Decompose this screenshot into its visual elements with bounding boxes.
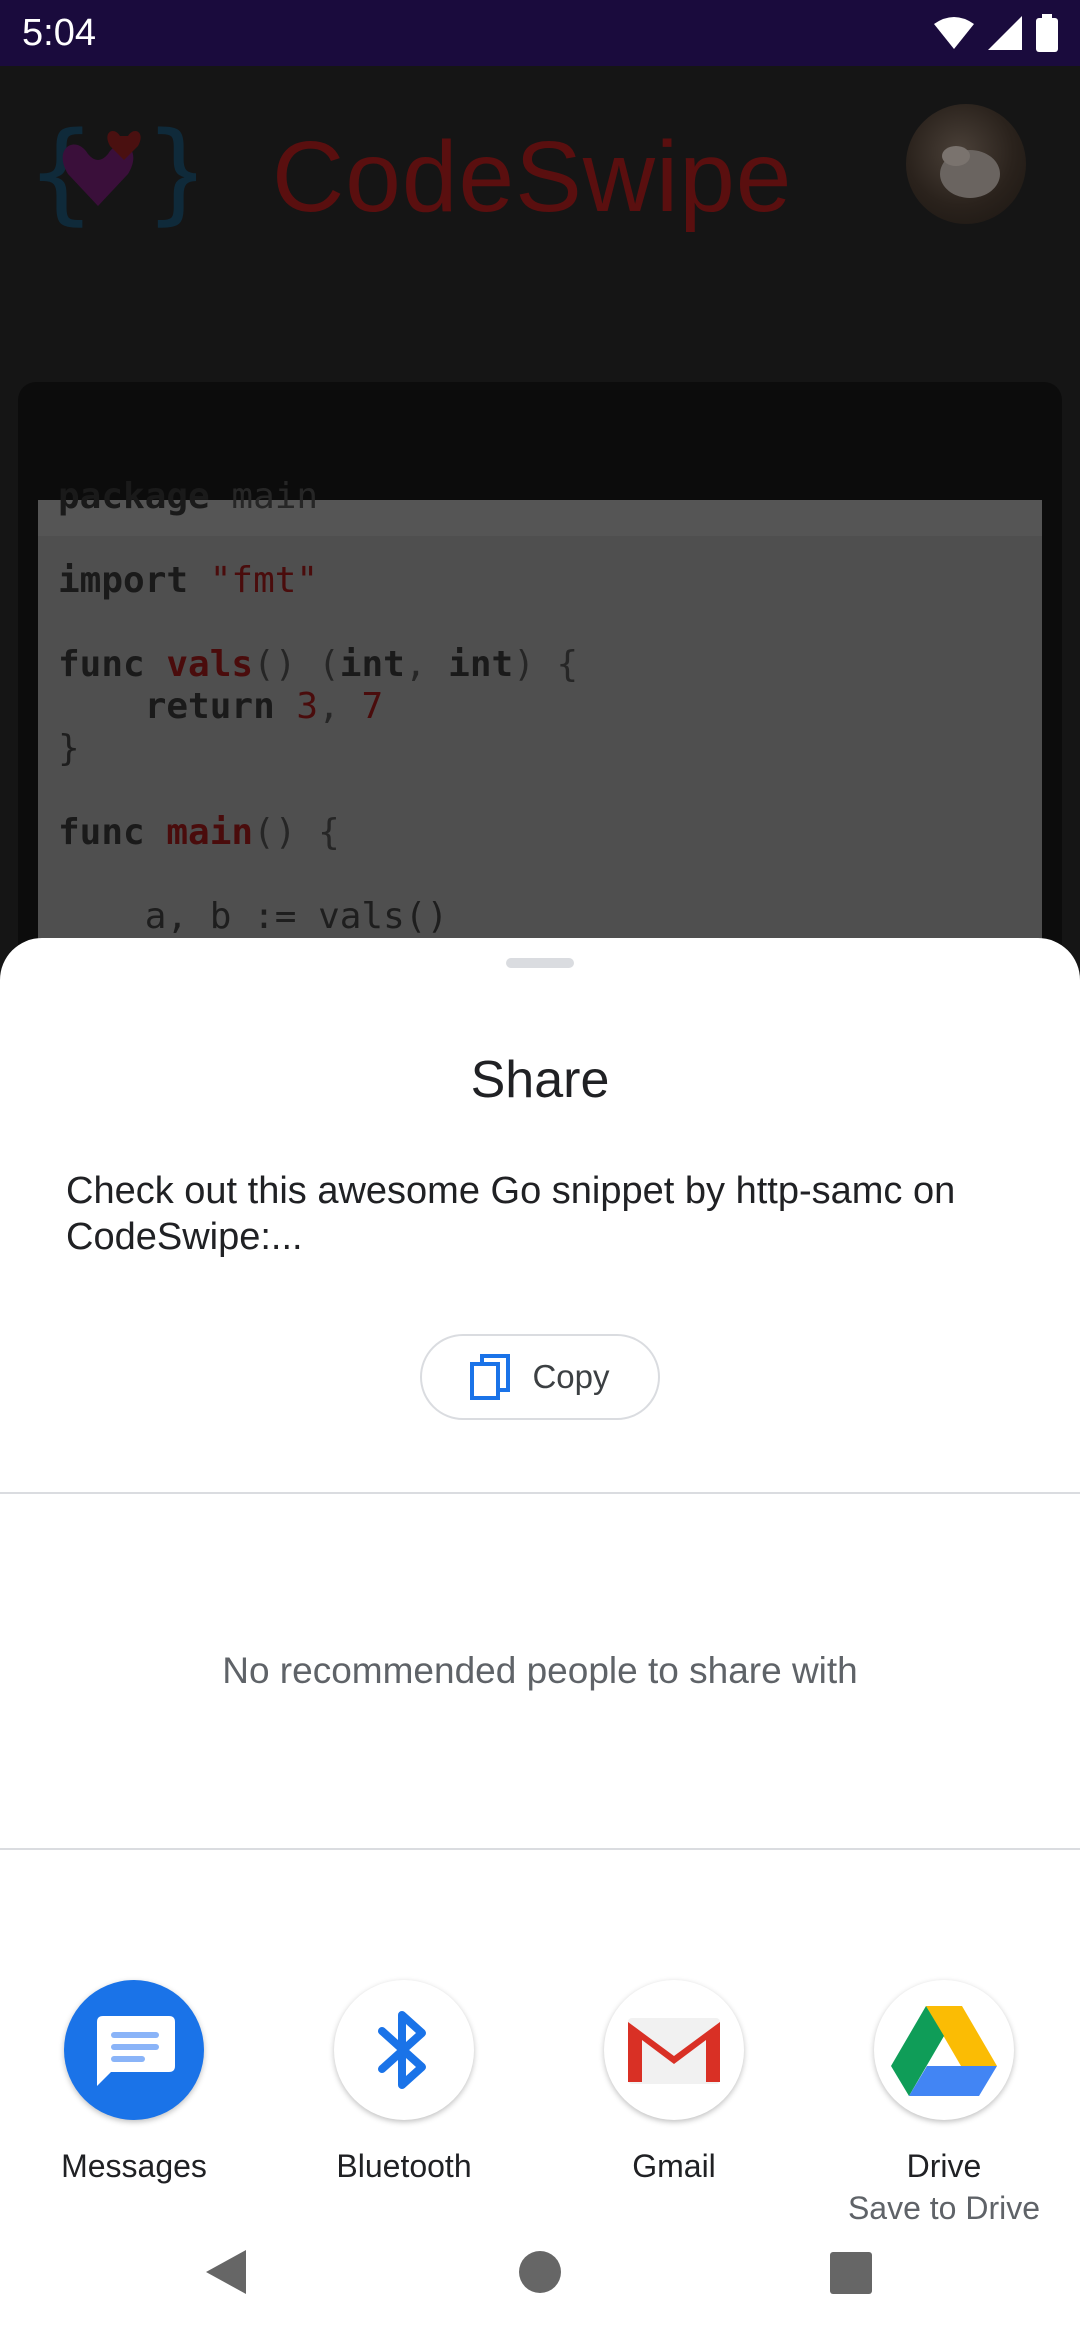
share-preview-text: Check out this awesome Go snippet by htt… xyxy=(66,1170,956,1258)
copy-button[interactable]: Copy xyxy=(420,1334,660,1420)
wifi-icon xyxy=(934,17,974,49)
code-line: } xyxy=(58,728,80,769)
code-line: return 3, 7 xyxy=(144,686,384,727)
code-line: package main xyxy=(58,476,319,517)
no-recommended-people-text: No recommended people to share with xyxy=(222,1650,858,1691)
divider xyxy=(0,1848,1080,1850)
drive-icon xyxy=(874,1980,1014,2120)
svg-text:}: } xyxy=(146,114,196,236)
share-title: Share xyxy=(470,1051,610,1109)
share-sheet: Share Check out this awesome Go snippet … xyxy=(0,938,1080,2340)
app-title: CodeSwipe xyxy=(272,121,793,233)
signal-icon xyxy=(988,16,1022,50)
gmail-icon xyxy=(604,1980,744,2120)
share-target-label: Bluetooth xyxy=(336,2148,472,2184)
bluetooth-icon xyxy=(334,1980,474,2120)
code-line: import "fmt" xyxy=(58,560,319,601)
back-icon[interactable] xyxy=(202,2248,250,2296)
share-target-label: Drive xyxy=(906,2148,982,2184)
home-icon[interactable] xyxy=(518,2250,562,2294)
copy-label: Copy xyxy=(532,1358,610,1395)
drag-handle[interactable] xyxy=(506,958,574,968)
share-target-label: Gmail xyxy=(632,2148,716,2184)
avatar xyxy=(906,104,1026,224)
divider xyxy=(0,1492,1080,1494)
copy-icon xyxy=(470,1354,511,1400)
code-line: func vals() (int, int) { xyxy=(58,644,579,685)
codeswipe-logo-icon: { } xyxy=(28,114,196,236)
code-line: a, b := vals() xyxy=(58,896,449,937)
code-snippet: package main import "fmt" func vals() (i… xyxy=(58,476,578,938)
navigation-bar xyxy=(0,2220,1080,2340)
share-target-label: Messages xyxy=(61,2148,207,2184)
status-time: 5:04 xyxy=(22,12,96,54)
status-icons xyxy=(934,12,1058,54)
app-header: { } CodeSwipe xyxy=(0,66,1080,276)
messages-icon xyxy=(64,1980,204,2120)
code-line: func main() { xyxy=(58,812,340,853)
recents-icon[interactable] xyxy=(830,2252,872,2294)
status-bar: 5:04 xyxy=(0,0,1080,66)
battery-icon xyxy=(1036,14,1058,52)
